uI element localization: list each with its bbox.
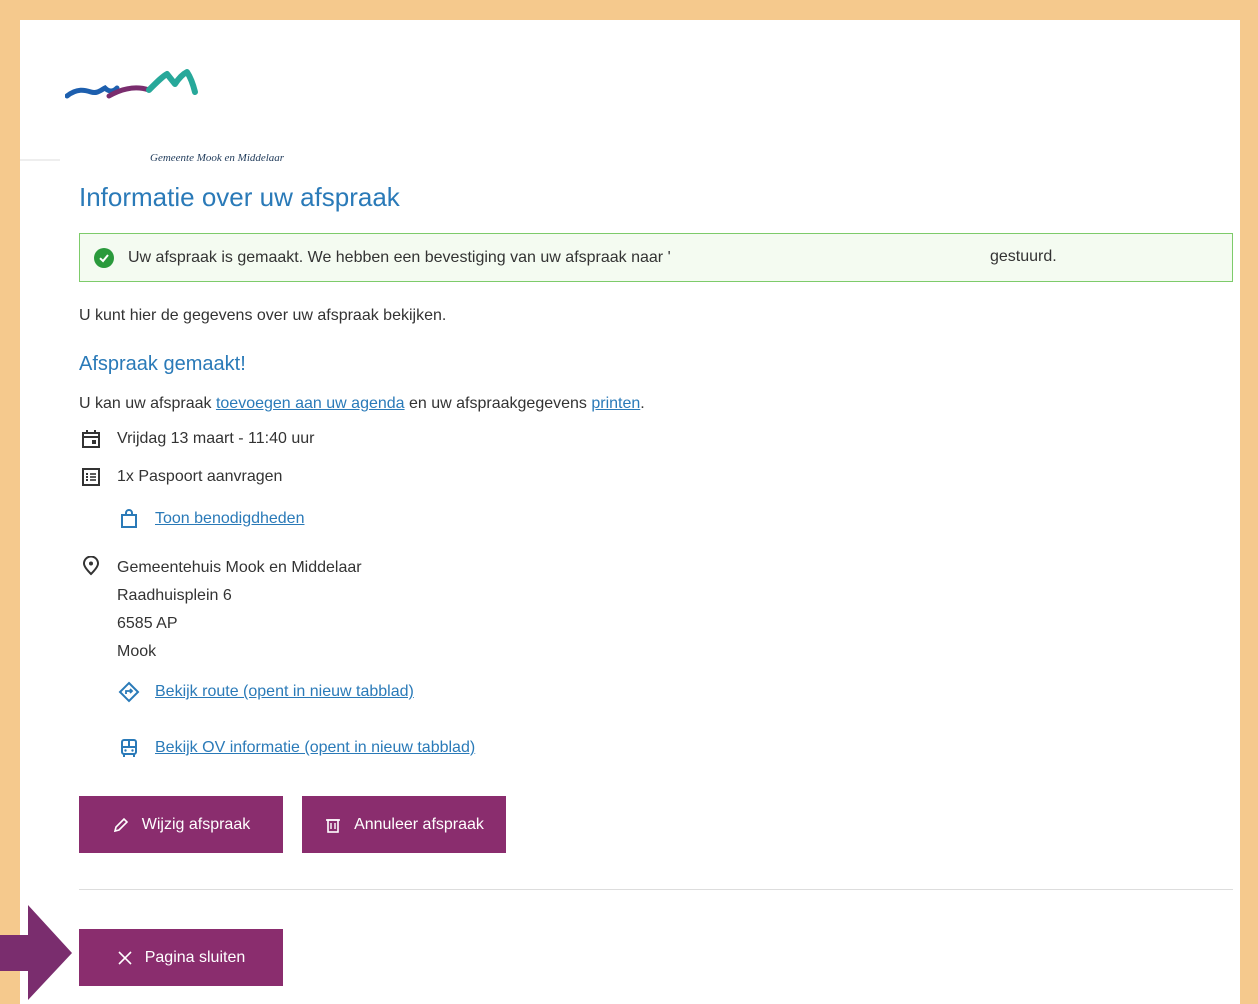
section-divider bbox=[79, 889, 1233, 890]
route-row[interactable]: Bekijk route (opent in nieuw tabblad) bbox=[117, 680, 414, 704]
location-name: Gemeentehuis Mook en Middelaar bbox=[117, 559, 362, 576]
confirmation-heading: Afspraak gemaakt! bbox=[79, 353, 246, 375]
requirements-link[interactable]: Toon benodigdheden bbox=[155, 510, 304, 528]
municipality-logo[interactable]: Gemeente Mook en Middelaar bbox=[64, 68, 325, 164]
requirements-row[interactable]: Toon benodigdheden bbox=[117, 507, 304, 531]
alert-message: Uw afspraak is gemaakt. We hebben een be… bbox=[128, 248, 671, 266]
list-icon bbox=[79, 465, 103, 489]
product-text: 1x Paspoort aanvragen bbox=[117, 468, 283, 485]
location-street: Raadhuisplein 6 bbox=[117, 587, 232, 604]
location-city: Mook bbox=[117, 643, 157, 660]
route-link[interactable]: Bekijk route (opent in nieuw tabblad) bbox=[155, 683, 414, 701]
trash-icon bbox=[326, 818, 341, 833]
page-title: Informatie over uw afspraak bbox=[79, 182, 400, 212]
logo-icon bbox=[64, 69, 198, 99]
close-icon bbox=[118, 950, 132, 965]
add-to-agenda-link[interactable]: toevoegen aan uw agenda bbox=[216, 395, 405, 412]
page-frame: Gemeente Mook en Middelaar Informatie ov… bbox=[20, 20, 1240, 1004]
bus-icon bbox=[117, 736, 141, 760]
confirmation-text-part: en uw afspraakgegevens bbox=[404, 395, 592, 412]
edit-appointment-label: Wijzig afspraak bbox=[141, 815, 251, 833]
close-page-label: Pagina sluiten bbox=[144, 948, 246, 966]
intro-text: U kunt hier de gegevens over uw afspraak… bbox=[79, 307, 447, 324]
success-alert: Uw afspraak is gemaakt. We hebben een be… bbox=[79, 233, 1233, 282]
appointment-product: 1x Paspoort aanvragen bbox=[79, 465, 282, 489]
appointment-datetime: Vrijdag 13 maart - 11:40 uur bbox=[79, 427, 314, 451]
ov-row[interactable]: Bekijk OV informatie (opent in nieuw tab… bbox=[117, 736, 475, 760]
map-pin-icon bbox=[79, 554, 103, 578]
datetime-text: Vrijdag 13 maart - 11:40 uur bbox=[117, 430, 315, 447]
header-divider bbox=[20, 159, 60, 161]
pointer-arrow-icon bbox=[0, 905, 72, 1000]
cancel-appointment-button[interactable]: Annuleer afspraak bbox=[302, 796, 506, 853]
directions-icon bbox=[117, 680, 141, 704]
location-icon-wrap bbox=[79, 554, 117, 578]
shopping-bag-icon bbox=[117, 507, 141, 531]
location-address: Gemeentehuis Mook en Middelaar Raadhuisp… bbox=[117, 554, 362, 666]
logo-text: Gemeente Mook en Middelaar bbox=[150, 152, 285, 164]
print-link[interactable]: printen bbox=[591, 395, 640, 412]
ov-link[interactable]: Bekijk OV informatie (opent in nieuw tab… bbox=[155, 739, 475, 757]
pencil-icon bbox=[113, 817, 128, 832]
calendar-icon bbox=[79, 427, 103, 451]
cancel-appointment-label: Annuleer afspraak bbox=[354, 815, 484, 833]
confirmation-text-part: U kan uw afspraak bbox=[79, 395, 216, 412]
location-postcode: 6585 AP bbox=[117, 615, 178, 632]
check-circle-icon bbox=[94, 247, 114, 268]
confirmation-text: U kan uw afspraak toevoegen aan uw agend… bbox=[79, 395, 645, 413]
confirmation-text-part: . bbox=[640, 395, 645, 412]
close-page-button[interactable]: Pagina sluiten bbox=[79, 929, 283, 986]
edit-appointment-button[interactable]: Wijzig afspraak bbox=[79, 796, 283, 853]
alert-message-end: gestuurd. bbox=[990, 248, 1057, 265]
